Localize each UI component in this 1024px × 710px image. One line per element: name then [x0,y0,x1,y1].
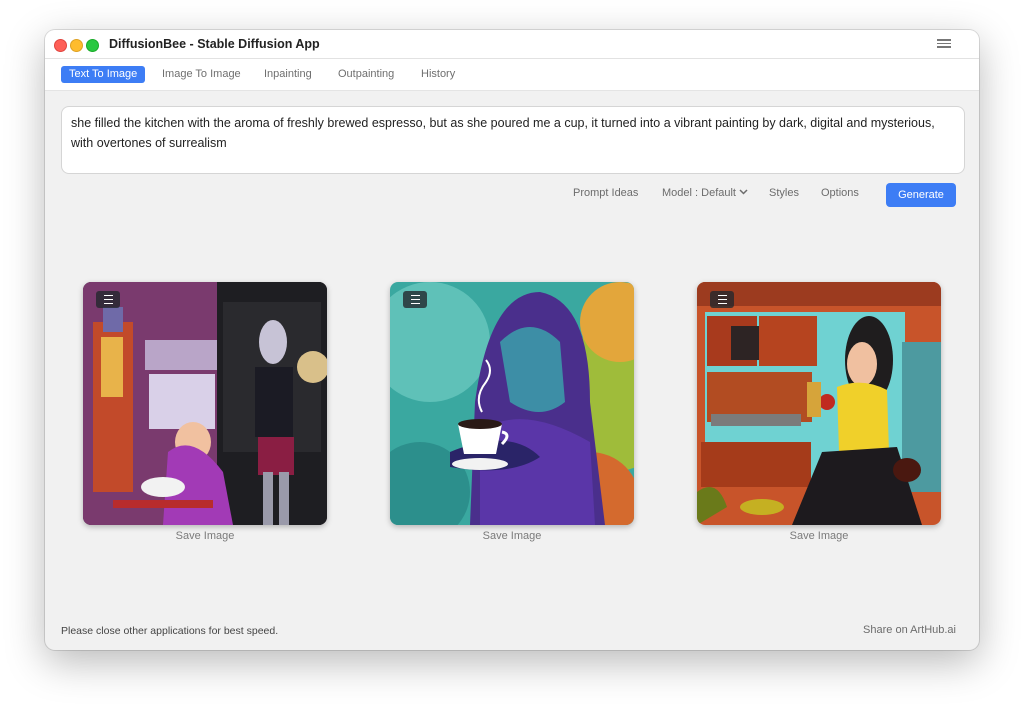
options-button[interactable]: Options [821,187,859,199]
minimize-window-button[interactable] [70,39,83,52]
close-window-button[interactable] [54,39,67,52]
prompt-input[interactable]: she filled the kitchen with the aroma of… [61,106,965,174]
generated-image-3-painting [697,282,941,525]
tab-text-to-image[interactable]: Text To Image [61,66,146,83]
tab-image-to-image[interactable]: Image To Image [154,66,249,83]
maximize-window-button[interactable] [86,39,99,52]
title-bar: DiffusionBee - Stable Diffusion App [45,30,979,59]
image-2-menu-button[interactable] [403,291,427,308]
window-title: DiffusionBee - Stable Diffusion App [109,37,320,51]
tab-history[interactable]: History [413,66,463,83]
chevron-down-icon [739,189,748,195]
save-image-3-button[interactable]: Save Image [697,530,941,542]
generate-button[interactable]: Generate [886,183,956,207]
share-arthub-link[interactable]: Share on ArtHub.ai [863,624,956,636]
performance-hint: Please close other applications for best… [61,625,279,637]
model-select-label: Model : Default [662,187,736,199]
prompt-ideas-button[interactable]: Prompt Ideas [573,187,638,199]
generated-image-2[interactable] [390,282,634,525]
generated-image-2-painting [390,282,634,525]
image-3-menu-button[interactable] [710,291,734,308]
generated-image-1[interactable] [83,282,327,525]
save-image-2-button[interactable]: Save Image [390,530,634,542]
generated-image-1-painting [83,282,327,525]
hamburger-menu-icon[interactable] [937,37,951,51]
tab-outpainting[interactable]: Outpainting [330,66,402,83]
save-image-1-button[interactable]: Save Image [83,530,327,542]
generated-image-3[interactable] [697,282,941,525]
tab-inpainting[interactable]: Inpainting [256,66,320,83]
model-select[interactable]: Model : Default [662,187,748,199]
styles-button[interactable]: Styles [769,187,799,199]
tab-bar: Text To Image Image To Image Inpainting … [45,59,979,91]
image-1-menu-button[interactable] [96,291,120,308]
app-window: DiffusionBee - Stable Diffusion App Text… [45,30,979,650]
